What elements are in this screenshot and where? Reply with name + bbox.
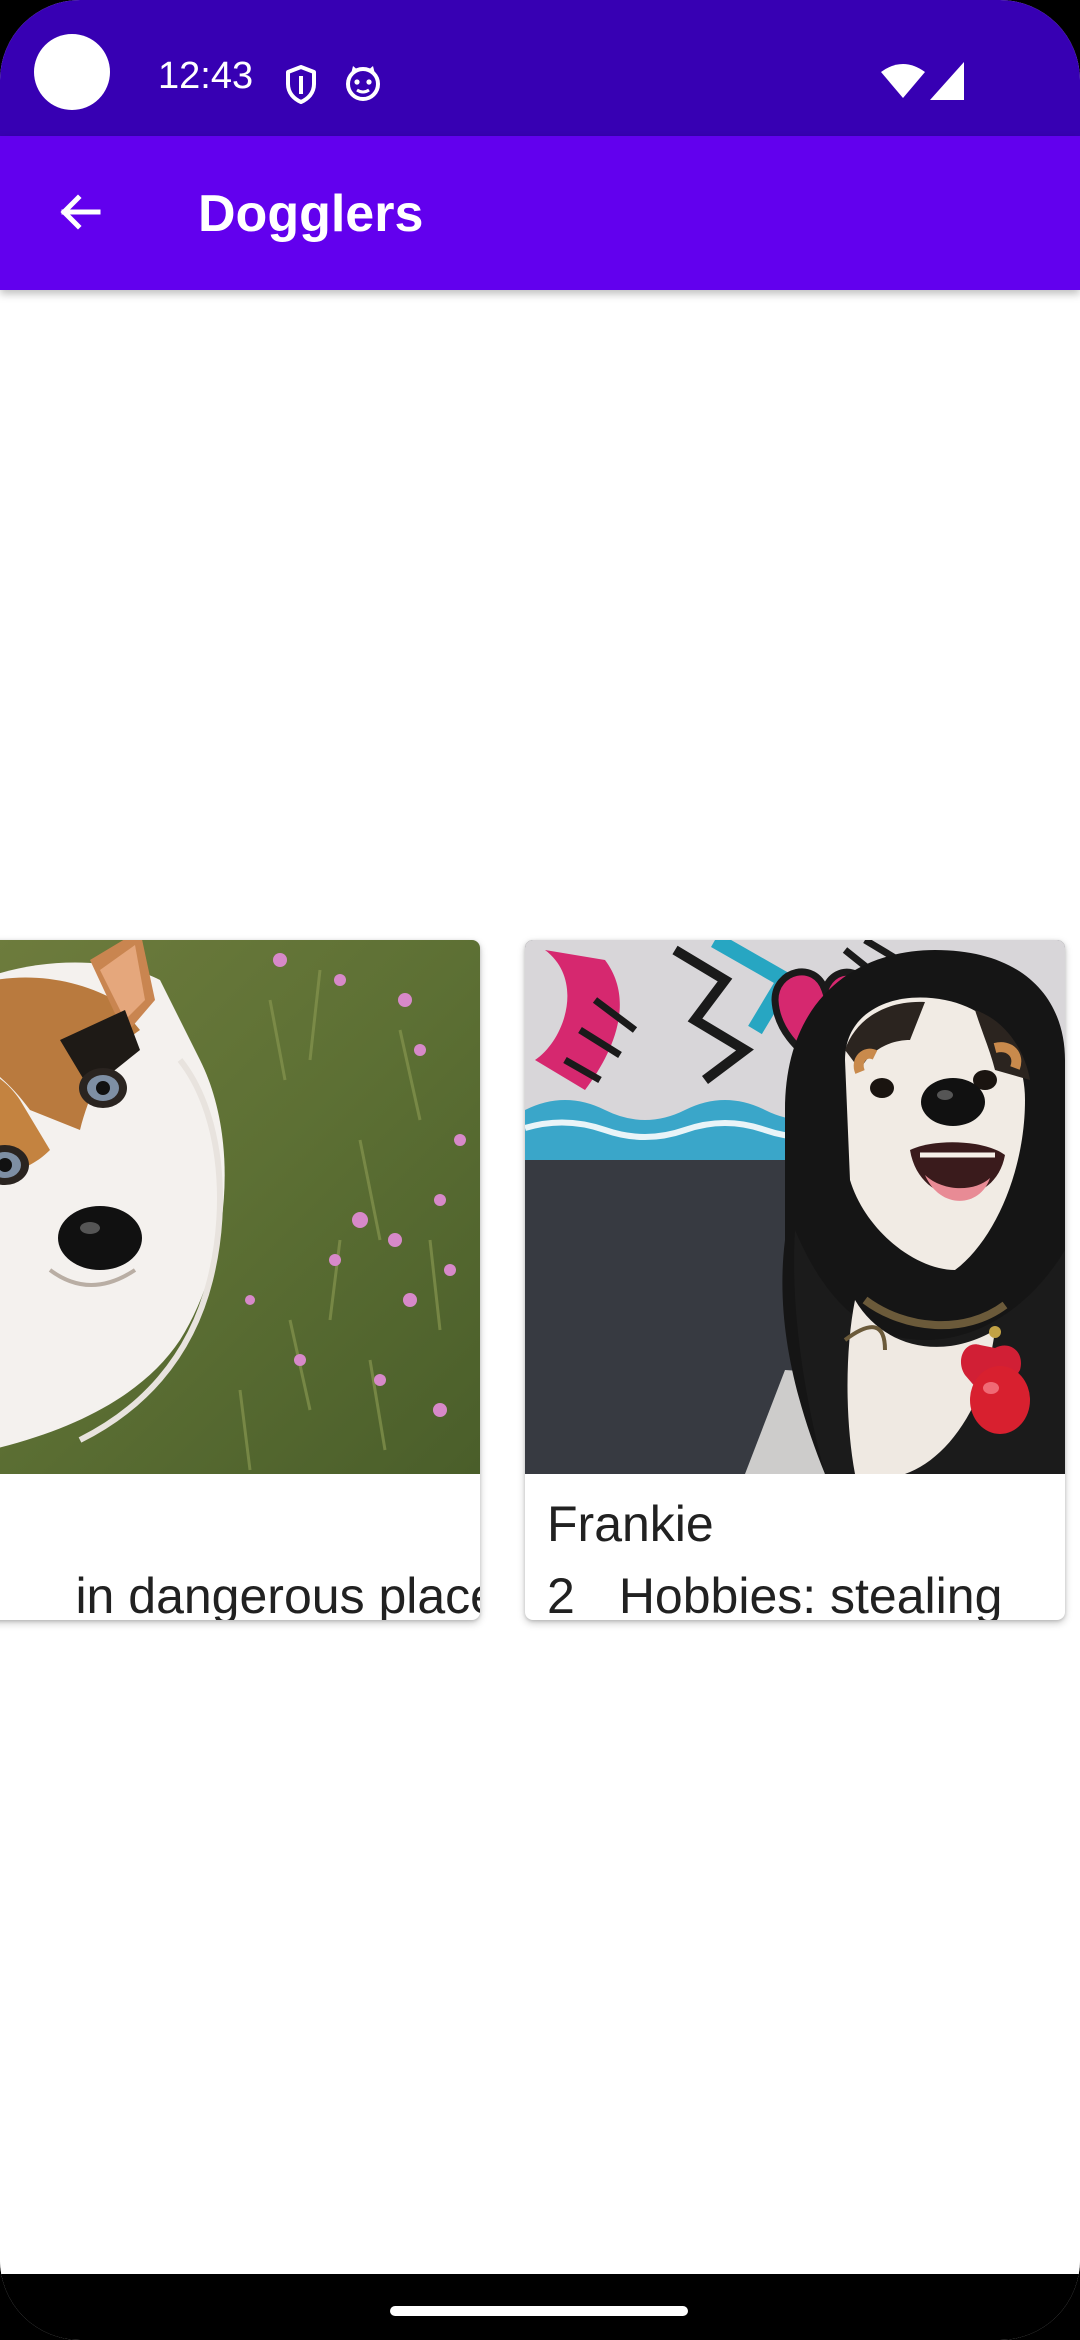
cat-icon xyxy=(346,66,380,101)
dog-hobbies: Hobbies: stealing xyxy=(618,1568,1003,1620)
arrow-left-icon xyxy=(60,194,101,230)
dog-name: Frankie xyxy=(547,1496,714,1552)
dog-detail: 2 Hobbies: stealing xyxy=(547,1568,1002,1620)
camera-cutout xyxy=(34,34,110,110)
dog-carousel[interactable]: in dangerous place Frankie 2 Hobbies: st… xyxy=(0,290,1080,2274)
dog-hobbies: in dangerous place xyxy=(75,1568,480,1620)
back-button[interactable] xyxy=(40,172,120,252)
top-app-bar: Dogglers xyxy=(0,136,1080,290)
app-screen: 12:43 Dogglers in dangerous place Franki… xyxy=(0,0,1080,2340)
signal-icon xyxy=(930,62,964,100)
shield-icon xyxy=(286,65,316,104)
home-indicator[interactable] xyxy=(390,2306,688,2316)
status-time: 12:43 xyxy=(158,55,254,97)
status-bar: 12:43 xyxy=(0,0,1080,136)
navigation-bar xyxy=(0,2274,1080,2340)
dog-detail: in dangerous place xyxy=(31,1568,480,1620)
dog-card[interactable]: Frankie 2 Hobbies: stealing xyxy=(525,940,1065,1620)
bernedoodle-photo xyxy=(525,940,1065,1474)
wifi-icon xyxy=(881,64,925,98)
dog-card[interactable]: in dangerous place xyxy=(0,940,480,1620)
corgi-photo xyxy=(0,940,480,1474)
dog-age: 2 xyxy=(547,1568,575,1620)
app-title: Dogglers xyxy=(198,185,424,243)
